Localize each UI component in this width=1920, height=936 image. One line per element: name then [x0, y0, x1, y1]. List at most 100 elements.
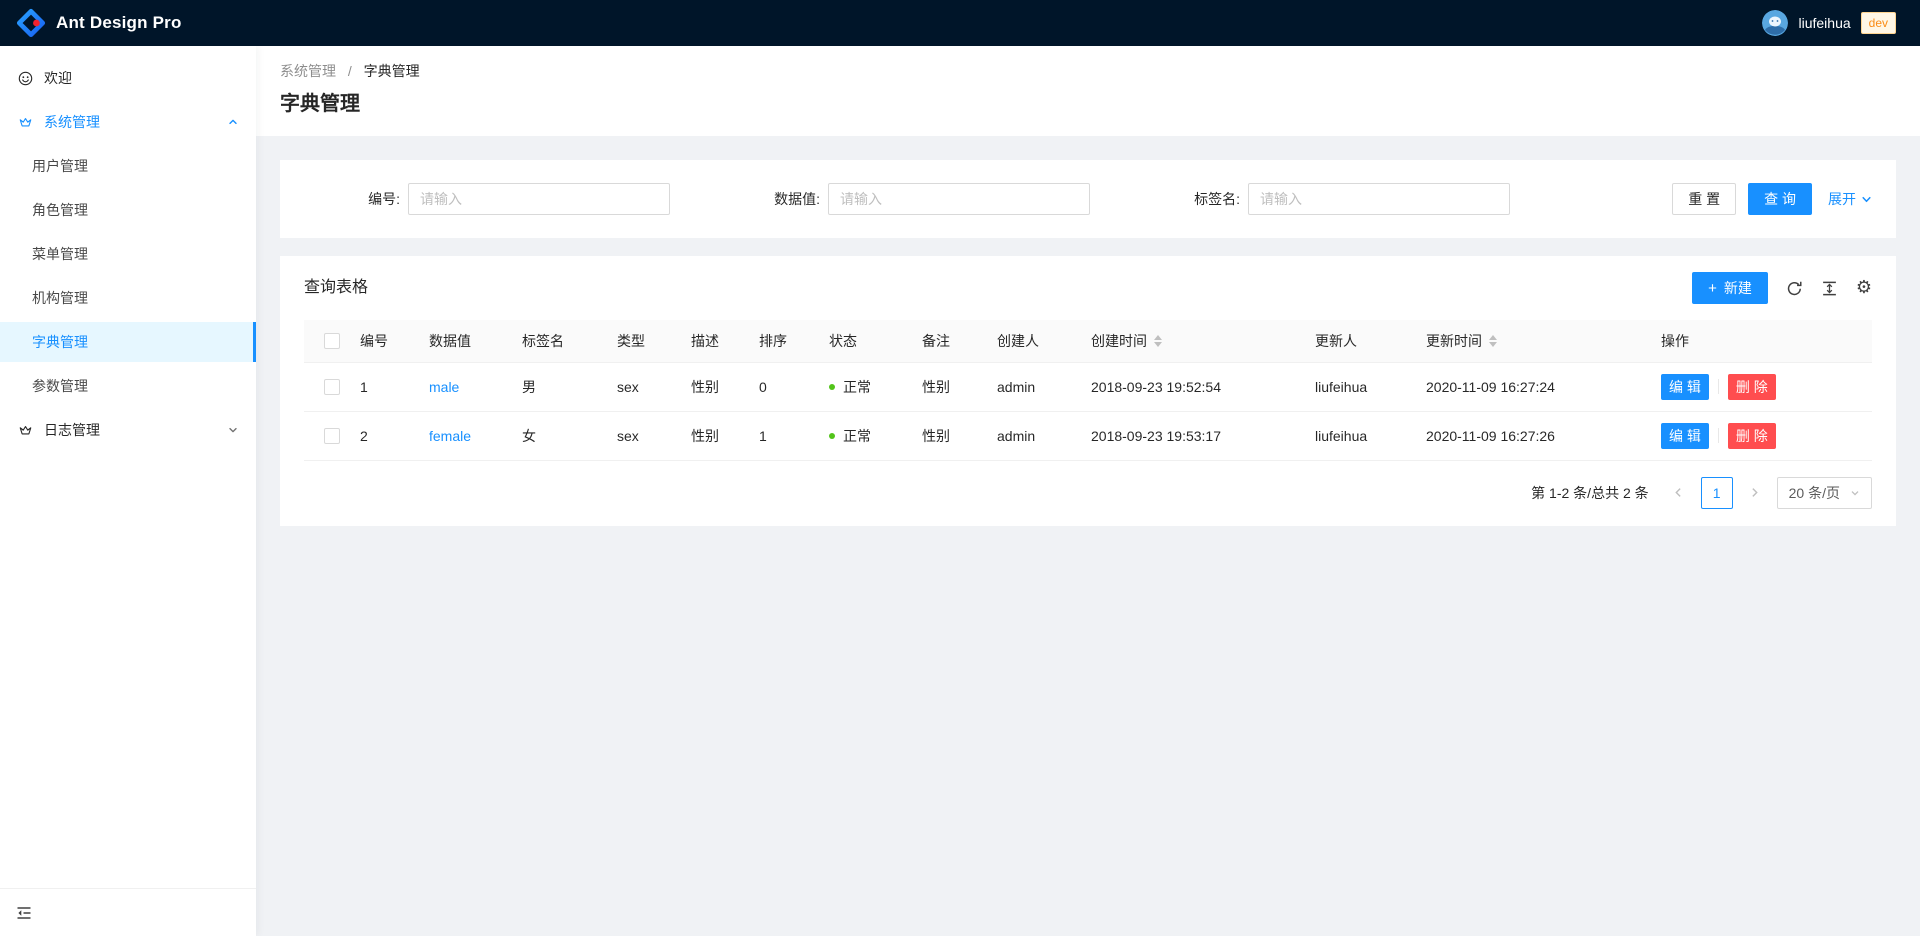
sorter-icon	[1489, 335, 1497, 347]
table-toolbar: 查询表格 + 新建 ⚙	[280, 256, 1896, 320]
col-header-creator: 创建人	[997, 320, 1091, 362]
sidebar-item-dict-management[interactable]: 字典管理	[0, 322, 256, 362]
cell-created-at: 2018-09-23 19:53:17	[1091, 411, 1315, 460]
cell-type: sex	[617, 411, 691, 460]
sidebar-item-label: 机构管理	[32, 288, 88, 308]
crown-icon	[17, 423, 33, 438]
cell-sort: 1	[759, 411, 829, 460]
col-header-updated-at-label: 更新时间	[1426, 331, 1482, 351]
edit-button[interactable]: 编 辑	[1661, 423, 1709, 449]
main-content: 系统管理 / 字典管理 字典管理 编号: 数据值: 标签名:	[256, 46, 1920, 936]
sidebar-item-label: 参数管理	[32, 376, 88, 396]
delete-button[interactable]: 删 除	[1728, 374, 1776, 400]
breadcrumb: 系统管理 / 字典管理	[280, 60, 1896, 82]
sidebar-item-label: 角色管理	[32, 200, 88, 220]
search-card: 编号: 数据值: 标签名: 重 置 查 询 展开	[280, 160, 1896, 238]
app-root: Ant Design Pro liufeihua dev	[0, 0, 1920, 936]
col-header-updater: 更新人	[1315, 320, 1426, 362]
col-header-value: 数据值	[429, 320, 522, 362]
pagination: 第 1-2 条/总共 2 条 1 20 条/页	[280, 461, 1896, 525]
sidebar-item-menu-management[interactable]: 菜单管理	[0, 234, 256, 274]
page-number-1[interactable]: 1	[1701, 477, 1733, 509]
cell-value-link[interactable]: male	[429, 379, 459, 395]
value-field-label: 数据值:	[724, 189, 828, 209]
sidebar-item-system-management[interactable]: 系统管理	[0, 102, 256, 142]
id-field[interactable]	[408, 183, 670, 215]
cell-updater: liufeihua	[1315, 411, 1426, 460]
sidebar-item-label: 欢迎	[44, 68, 72, 88]
sidebar-item-welcome[interactable]: 欢迎	[0, 58, 256, 98]
sidebar-item-org-management[interactable]: 机构管理	[0, 278, 256, 318]
col-header-updated-at[interactable]: 更新时间	[1426, 320, 1661, 362]
edit-button[interactable]: 编 辑	[1661, 374, 1709, 400]
user-name[interactable]: liufeihua	[1798, 15, 1850, 31]
cell-remark: 性别	[922, 362, 997, 411]
app-logo-icon	[16, 8, 46, 38]
pagination-total: 第 1-2 条/总共 2 条	[1531, 483, 1648, 503]
cell-updater: liufeihua	[1315, 362, 1426, 411]
new-button-label: 新建	[1724, 278, 1752, 298]
reset-button[interactable]: 重 置	[1672, 183, 1736, 215]
reload-icon[interactable]	[1786, 280, 1803, 297]
cell-updated-at: 2020-11-09 16:27:26	[1426, 411, 1661, 460]
col-header-created-at[interactable]: 创建时间	[1091, 320, 1315, 362]
sidebar-item-log-management[interactable]: 日志管理	[0, 410, 256, 450]
delete-button[interactable]: 删 除	[1728, 423, 1776, 449]
id-field-label: 编号:	[304, 189, 408, 209]
user-avatar[interactable]	[1762, 10, 1788, 36]
chevron-down-icon	[1850, 488, 1860, 498]
row-checkbox[interactable]	[324, 379, 340, 395]
sidebar-item-label: 字典管理	[32, 332, 88, 352]
form-item-tagname: 标签名:	[1144, 183, 1564, 215]
form-item-value: 数据值:	[724, 183, 1144, 215]
col-header-status: 状态	[829, 320, 922, 362]
toolbar-actions: + 新建 ⚙	[1692, 272, 1872, 304]
sidebar-item-label: 菜单管理	[32, 244, 88, 264]
expand-toggle[interactable]: 展开	[1828, 189, 1872, 209]
status-dot-icon	[829, 433, 835, 439]
menu-fold-icon[interactable]	[16, 905, 32, 921]
action-divider	[1718, 428, 1719, 443]
page-size-label: 20 条/页	[1789, 483, 1840, 503]
brand[interactable]: Ant Design Pro	[16, 8, 182, 38]
prev-page-icon[interactable]	[1665, 477, 1693, 509]
col-header-created-at-label: 创建时间	[1091, 331, 1147, 351]
table-title: 查询表格	[304, 272, 368, 304]
cell-updated-at: 2020-11-09 16:27:24	[1426, 362, 1661, 411]
col-header-id: 编号	[360, 320, 429, 362]
breadcrumb-item-system[interactable]: 系统管理	[280, 63, 336, 79]
sidebar-item-param-management[interactable]: 参数管理	[0, 366, 256, 406]
brand-title: Ant Design Pro	[56, 13, 182, 33]
query-button[interactable]: 查 询	[1748, 183, 1812, 215]
sidebar-item-role-management[interactable]: 角色管理	[0, 190, 256, 230]
action-divider	[1718, 379, 1719, 394]
col-header-type: 类型	[617, 320, 691, 362]
page-title: 字典管理	[280, 90, 1896, 118]
settings-gear-icon[interactable]: ⚙	[1856, 279, 1872, 297]
select-all-checkbox[interactable]	[324, 333, 340, 349]
row-checkbox[interactable]	[324, 428, 340, 444]
cell-tagname: 女	[522, 411, 617, 460]
cell-description: 性别	[691, 411, 759, 460]
dict-table: 编号 数据值 标签名 类型 描述 排序 状态 备注 创建人 创建时间	[304, 320, 1872, 461]
sidebar-item-label: 日志管理	[44, 420, 100, 440]
new-button[interactable]: + 新建	[1692, 272, 1768, 304]
next-page-icon[interactable]	[1741, 477, 1769, 509]
value-field[interactable]	[828, 183, 1090, 215]
status-label: 正常	[843, 377, 871, 397]
tagname-field[interactable]	[1248, 183, 1510, 215]
chevron-down-icon	[228, 425, 238, 435]
cell-remark: 性别	[922, 411, 997, 460]
sidebar: 欢迎 系统管理 用户管理 角色管理 菜单管理 机构管理	[0, 46, 256, 936]
sidebar-footer	[0, 888, 256, 936]
smile-icon	[17, 71, 33, 86]
cell-creator: admin	[997, 362, 1091, 411]
cell-id: 1	[360, 362, 429, 411]
page-size-select[interactable]: 20 条/页	[1777, 477, 1872, 509]
status-dot-icon	[829, 384, 835, 390]
breadcrumb-separator: /	[348, 63, 352, 79]
col-header-sort: 排序	[759, 320, 829, 362]
sidebar-item-user-management[interactable]: 用户管理	[0, 146, 256, 186]
cell-value-link[interactable]: female	[429, 428, 471, 444]
column-height-icon[interactable]	[1821, 280, 1838, 297]
